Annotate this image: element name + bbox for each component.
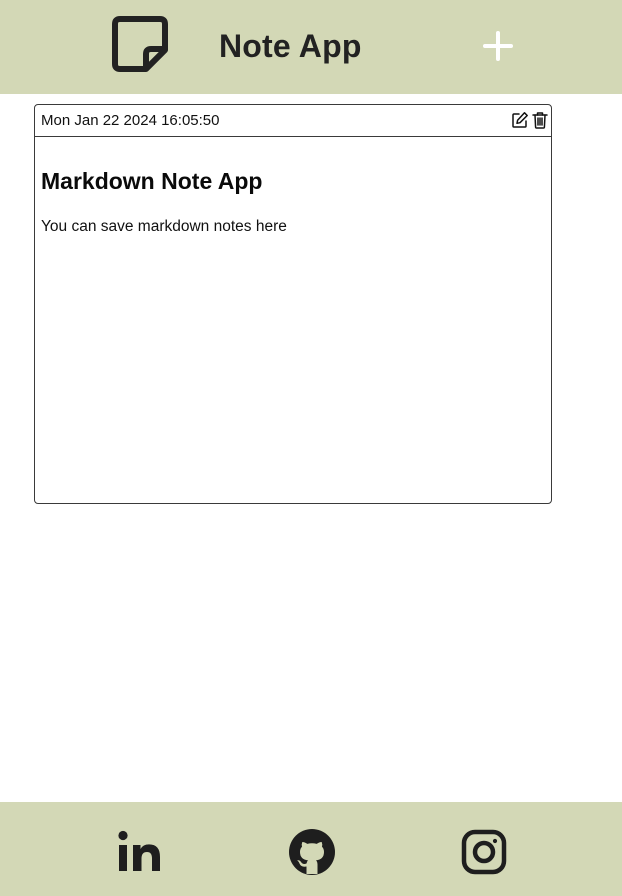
linkedin-icon: [118, 830, 160, 871]
github-icon: [289, 829, 335, 875]
edit-note-button[interactable]: [511, 111, 529, 129]
instagram-icon: [461, 829, 507, 875]
note-body-text: You can save markdown notes here: [41, 218, 287, 235]
github-link[interactable]: [288, 828, 336, 876]
note-date: Mon Jan 22 2024 16:05:50: [41, 112, 220, 129]
app-title: Note App: [219, 28, 362, 64]
note-heading: Markdown Note App: [41, 168, 263, 194]
app-footer: [0, 802, 622, 896]
app-header: Note App: [0, 0, 622, 94]
add-note-button[interactable]: [480, 28, 516, 64]
instagram-link[interactable]: [460, 828, 508, 876]
note-card: Mon Jan 22 2024 16:05:50 Markdown Note A…: [34, 104, 552, 504]
note-header: Mon Jan 22 2024 16:05:50: [35, 105, 551, 137]
edit-icon: [512, 112, 528, 128]
sticky-note-icon: [112, 16, 168, 72]
linkedin-link[interactable]: [116, 828, 164, 876]
plus-icon: [483, 31, 513, 61]
trash-icon: [532, 112, 548, 129]
delete-note-button[interactable]: [532, 111, 548, 129]
